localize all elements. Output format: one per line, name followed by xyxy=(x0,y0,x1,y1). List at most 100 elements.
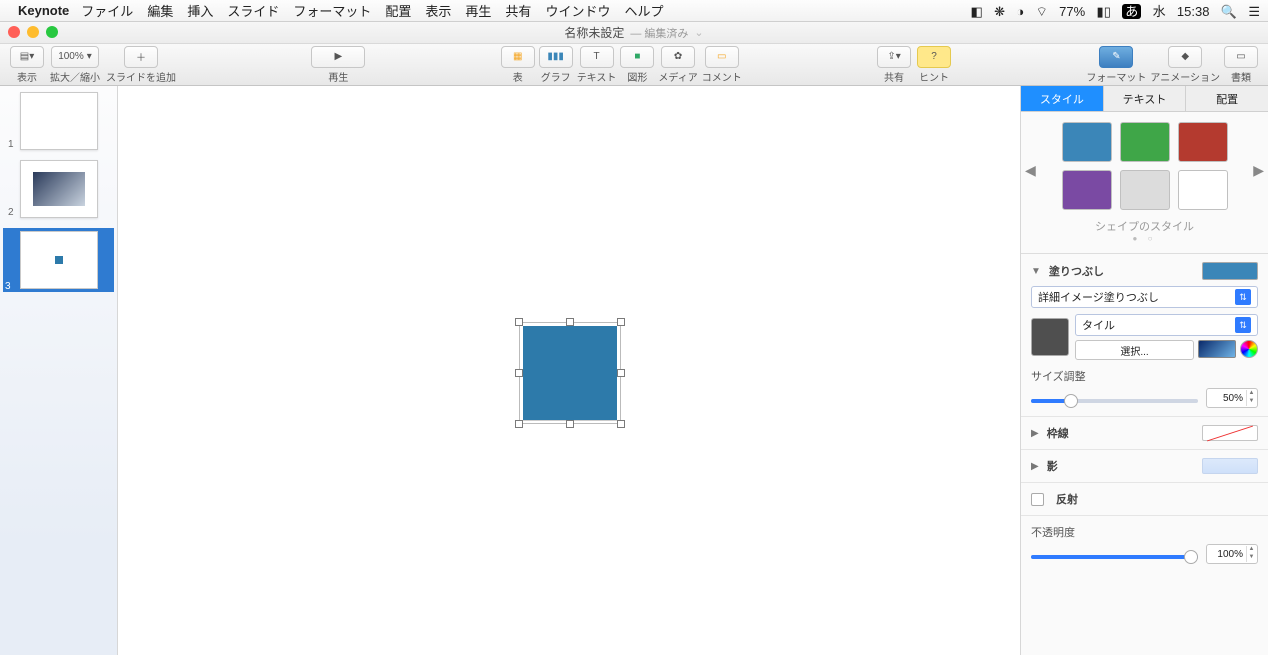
menu-help[interactable]: ヘルプ xyxy=(624,1,663,20)
comment-button[interactable]: ▭コメント xyxy=(702,46,742,84)
stepper-icon[interactable]: ▲▼ xyxy=(1246,390,1256,406)
clock-day[interactable]: 水 xyxy=(1153,4,1166,19)
ime-indicator[interactable]: あ xyxy=(1122,4,1141,19)
spotlight-icon[interactable]: 🔍 xyxy=(1221,4,1237,19)
tab-style[interactable]: スタイル xyxy=(1021,86,1104,111)
tile-dropdown[interactable]: タイル ⇅ xyxy=(1075,314,1258,336)
slide-navigator[interactable]: 1 2 3 xyxy=(0,86,118,655)
stepper-icon[interactable]: ▲▼ xyxy=(1246,546,1256,562)
slide-thumbnail-1[interactable]: 1 xyxy=(6,92,111,150)
control-center-icon[interactable]: ☰ xyxy=(1248,4,1260,19)
slide-canvas[interactable] xyxy=(118,86,1020,655)
chevron-down-icon: ▾ xyxy=(87,51,92,62)
choose-image-button[interactable]: 選択... xyxy=(1075,340,1194,360)
resize-handle-n[interactable] xyxy=(566,318,574,326)
chart-button[interactable]: ▮▮▮グラフ xyxy=(539,46,573,84)
close-button[interactable] xyxy=(8,26,20,38)
size-value: 50% xyxy=(1223,393,1243,404)
zoom-button[interactable]: 100%▾ 拡大／縮小 xyxy=(50,46,100,84)
add-slide-button[interactable]: ＋ スライドを追加 xyxy=(106,46,176,84)
dropdown-arrows-icon: ⇅ xyxy=(1235,317,1251,333)
slide-number: 1 xyxy=(8,139,14,150)
styles-prev-icon[interactable]: ◀ xyxy=(1025,162,1036,179)
opacity-value: 100% xyxy=(1217,549,1243,560)
opacity-section: 不透明度 100% ▲▼ xyxy=(1021,516,1268,572)
disclosure-triangle-icon[interactable]: ▶ xyxy=(1031,461,1039,472)
size-value-field[interactable]: 50% ▲▼ xyxy=(1206,388,1258,408)
style-swatch-4[interactable] xyxy=(1062,170,1112,210)
media-button[interactable]: ✿メディア xyxy=(658,46,697,84)
battery-percent[interactable]: 77% xyxy=(1059,4,1085,19)
view-button[interactable]: ▤▾ 表示 xyxy=(10,46,44,84)
reflection-label: 反射 xyxy=(1056,491,1078,507)
menu-view[interactable]: 表示 xyxy=(425,1,451,20)
menu-slide[interactable]: スライド xyxy=(227,1,279,20)
slide-thumbnail-3[interactable]: 3 xyxy=(3,228,114,292)
minimize-button[interactable] xyxy=(27,26,39,38)
disclosure-triangle-icon[interactable]: ▼ xyxy=(1031,266,1041,277)
resize-handle-w[interactable] xyxy=(515,369,523,377)
slide-thumbnail-2[interactable]: 2 xyxy=(6,160,111,218)
shadow-preview[interactable] xyxy=(1202,458,1258,474)
fill-type-dropdown[interactable]: 詳細イメージ塗りつぶし ⇅ xyxy=(1031,286,1258,308)
resize-handle-ne[interactable] xyxy=(617,318,625,326)
style-swatch-5[interactable] xyxy=(1120,170,1170,210)
format-inspector-button[interactable]: ✎フォーマット xyxy=(1086,46,1146,84)
opacity-slider[interactable] xyxy=(1031,555,1198,559)
window-title[interactable]: 名称未設定 xyxy=(564,24,624,41)
shape-styles: ◀ ▶ シェイプのスタイル ● ○ xyxy=(1021,112,1268,254)
texture-well[interactable] xyxy=(1031,318,1069,356)
color-wheel-icon[interactable] xyxy=(1240,340,1258,358)
play-button[interactable]: ▶ 再生 xyxy=(311,46,365,84)
fill-type-value: 詳細イメージ塗りつぶし xyxy=(1038,289,1159,305)
battery-icon[interactable]: ▮▯ xyxy=(1097,4,1111,19)
shape-button[interactable]: ■図形 xyxy=(620,46,654,84)
styles-next-icon[interactable]: ▶ xyxy=(1253,162,1264,179)
style-swatch-1[interactable] xyxy=(1062,122,1112,162)
style-swatch-3[interactable] xyxy=(1178,122,1228,162)
hint-button[interactable]: ?ヒント xyxy=(917,46,951,84)
reflection-section: 反射 xyxy=(1021,483,1268,516)
menu-window[interactable]: ウインドウ xyxy=(545,1,610,20)
resize-handle-sw[interactable] xyxy=(515,420,523,428)
tint-color-well[interactable] xyxy=(1198,340,1236,358)
resize-handle-e[interactable] xyxy=(617,369,625,377)
border-preview[interactable] xyxy=(1202,425,1258,441)
menu-insert[interactable]: 挿入 xyxy=(187,1,213,20)
status-icon-1[interactable]: ◧ xyxy=(971,4,983,19)
menu-format[interactable]: フォーマット xyxy=(293,1,371,20)
zoom-button[interactable] xyxy=(46,26,58,38)
wifi-icon[interactable]: ⌔ xyxy=(1036,4,1048,19)
text-button[interactable]: Tテキスト xyxy=(577,46,617,84)
menu-file[interactable]: ファイル xyxy=(81,1,133,20)
table-button[interactable]: ▦表 xyxy=(501,46,535,84)
resize-handle-s[interactable] xyxy=(566,420,574,428)
style-swatch-2[interactable] xyxy=(1120,122,1170,162)
style-swatch-6[interactable] xyxy=(1178,170,1228,210)
fill-color-well[interactable] xyxy=(1202,262,1258,280)
status-icon-2[interactable]: ❋ xyxy=(994,4,1005,19)
tab-arrange[interactable]: 配置 xyxy=(1186,86,1268,111)
share-button[interactable]: ⇪▾共有 xyxy=(877,46,911,84)
resize-handle-nw[interactable] xyxy=(515,318,523,326)
title-dropdown-icon[interactable]: ⌄ xyxy=(694,26,703,39)
opacity-value-field[interactable]: 100% ▲▼ xyxy=(1206,544,1258,564)
reflection-checkbox[interactable] xyxy=(1031,493,1044,506)
selected-shape[interactable] xyxy=(523,326,617,420)
document-inspector-button[interactable]: ▭書類 xyxy=(1224,46,1258,84)
resize-handle-se[interactable] xyxy=(617,420,625,428)
app-menu[interactable]: Keynote xyxy=(18,3,69,18)
clock-time[interactable]: 15:38 xyxy=(1177,4,1210,19)
menu-share[interactable]: 共有 xyxy=(505,1,531,20)
tab-text[interactable]: テキスト xyxy=(1104,86,1187,111)
menu-arrange[interactable]: 配置 xyxy=(385,1,411,20)
disclosure-triangle-icon[interactable]: ▶ xyxy=(1031,428,1039,439)
menu-play[interactable]: 再生 xyxy=(465,1,491,20)
play-icon: ▶ xyxy=(334,51,342,62)
animate-inspector-button[interactable]: ◆アニメーション xyxy=(1150,46,1220,84)
window-controls xyxy=(8,26,58,38)
size-slider[interactable] xyxy=(1031,399,1198,403)
menu-edit[interactable]: 編集 xyxy=(147,1,173,20)
status-icon-3[interactable]: ◑ xyxy=(1016,4,1024,19)
fill-label: 塗りつぶし xyxy=(1049,263,1104,279)
